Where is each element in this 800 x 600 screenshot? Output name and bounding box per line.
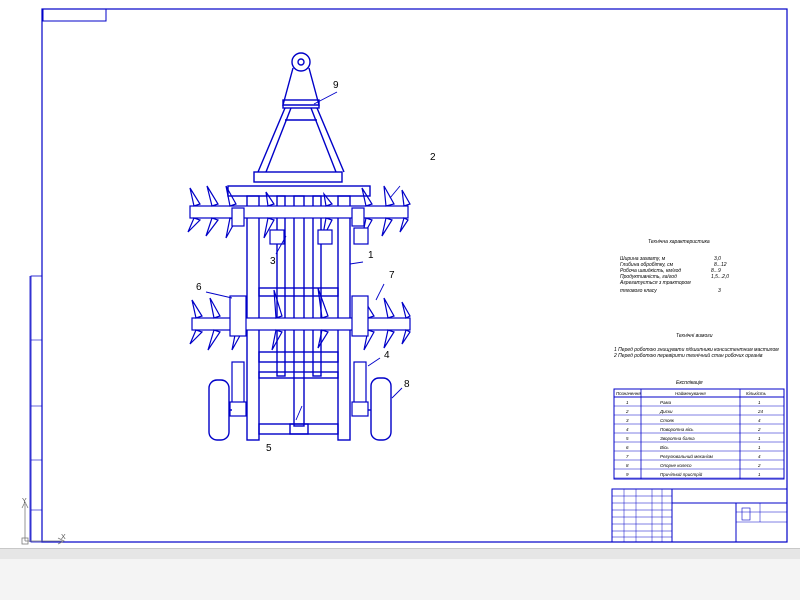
table-cell: 1 bbox=[758, 436, 761, 441]
table-cell: 2 bbox=[757, 463, 761, 468]
table-header-1: Найменування bbox=[675, 390, 706, 396]
main-frame bbox=[227, 185, 371, 441]
table-cell: Поворотна вісь bbox=[660, 427, 694, 432]
hitch-device bbox=[253, 52, 345, 183]
adjusting-mechanism bbox=[229, 361, 369, 417]
front-disc-gang bbox=[187, 185, 411, 245]
table-cell: Рама bbox=[660, 400, 672, 405]
disc-harrow-drawing bbox=[187, 52, 411, 441]
notes-title: Технічні вимоги bbox=[676, 333, 713, 339]
table-cell: 1 bbox=[758, 445, 761, 450]
spec-label-4: Агрегатується з трактором bbox=[619, 280, 691, 286]
table-cell: Регулювальний механізм bbox=[660, 453, 713, 459]
table-cell: 4 bbox=[758, 454, 761, 459]
table-cell: 8 bbox=[626, 463, 629, 468]
bottom-panel bbox=[0, 559, 800, 600]
ucs-axis-icon bbox=[21, 501, 65, 545]
table-cell: 5 bbox=[626, 436, 629, 441]
table-cell: 24 bbox=[757, 409, 764, 414]
spec-table: Експлікація Позначення Найменування Кіль… bbox=[613, 380, 785, 480]
table-cell: Зворотна балка bbox=[660, 436, 695, 441]
table-cell: Стояк bbox=[660, 418, 675, 423]
title-block bbox=[611, 488, 788, 543]
table-header-2: Кількість bbox=[746, 391, 767, 396]
axis-x-label: X bbox=[61, 534, 66, 541]
table-cell: 6 bbox=[626, 445, 629, 450]
callout-8: 8 bbox=[404, 379, 410, 390]
table-cell: Вісь bbox=[660, 445, 669, 450]
table-cell: 9 bbox=[626, 472, 629, 477]
callout-6: 6 bbox=[196, 282, 202, 293]
callout-2: 2 bbox=[430, 152, 436, 163]
callout-7: 7 bbox=[389, 270, 395, 281]
note-1: 2 Перед роботою перевірити технічний ста… bbox=[613, 352, 763, 359]
axis-y-label: Y bbox=[22, 498, 27, 505]
callout-4: 4 bbox=[384, 350, 390, 361]
table-cell: Причіпний пристрій bbox=[660, 471, 703, 477]
callout-5: 5 bbox=[266, 443, 272, 454]
table-cell: 2 bbox=[625, 409, 629, 414]
table-cell: 1 bbox=[758, 472, 761, 477]
table-cell: 4 bbox=[626, 427, 629, 432]
spec-table-title: Експлікація bbox=[676, 380, 703, 386]
table-cell: Диски bbox=[659, 409, 673, 414]
table-cell: 2 bbox=[757, 427, 761, 432]
status-bar bbox=[0, 548, 800, 559]
table-cell: 7 bbox=[626, 454, 629, 459]
callout-9: 9 bbox=[333, 80, 339, 91]
spec-value-5: 3 bbox=[718, 288, 721, 294]
table-cell: Опорне колесо bbox=[660, 463, 692, 468]
table-cell: 3 bbox=[626, 418, 629, 423]
spec-label-5: тягового класу bbox=[620, 288, 657, 294]
table-header-0: Позначення bbox=[616, 391, 641, 396]
callout-3: 3 bbox=[270, 256, 276, 267]
table-cell: 1 bbox=[626, 400, 629, 405]
table-cell: 1 bbox=[758, 400, 761, 405]
drawing-canvas[interactable]: 1 2 3 4 5 6 7 8 9 Технічна характеристик… bbox=[0, 0, 800, 548]
spec-value-3: 1,5...2,0 bbox=[711, 274, 729, 280]
table-cell: 4 bbox=[758, 418, 761, 423]
callout-1: 1 bbox=[368, 250, 374, 261]
technical-specs: Технічна характеристика Ширина захвату, … bbox=[619, 239, 729, 294]
technical-requirements: Технічні вимоги 1 Перед роботою знищуват… bbox=[613, 333, 779, 359]
specs-title: Технічна характеристика bbox=[648, 239, 710, 245]
